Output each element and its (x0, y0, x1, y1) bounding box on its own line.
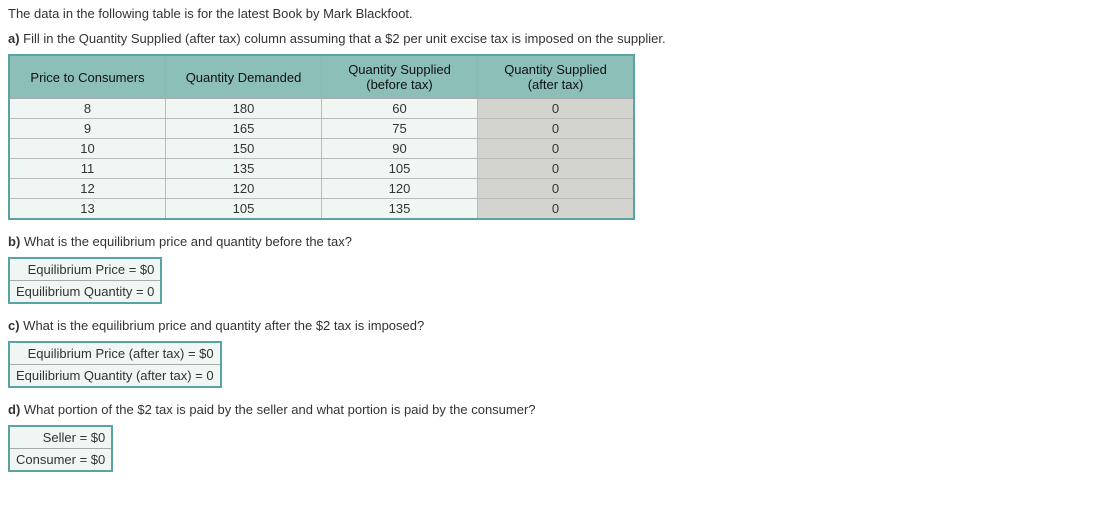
col-header-price: Price to Consumers (9, 55, 166, 99)
cell-price: 10 (9, 139, 166, 159)
cell-qs-before: 105 (322, 159, 478, 179)
answer-d-consumer[interactable]: Consumer = $0 (9, 449, 112, 472)
col-header-qd: Quantity Demanded (166, 55, 322, 99)
cell-price: 13 (9, 199, 166, 220)
cell-qd: 120 (166, 179, 322, 199)
cell-price: 9 (9, 119, 166, 139)
cell-qd: 165 (166, 119, 322, 139)
supply-demand-table: Price to Consumers Quantity Demanded Qua… (8, 54, 635, 220)
cell-qs-before: 120 (322, 179, 478, 199)
cell-qd: 135 (166, 159, 322, 179)
answer-b-quantity[interactable]: Equilibrium Quantity = 0 (9, 281, 161, 304)
cell-qs-after-input[interactable]: 0 (478, 159, 635, 179)
cell-price: 12 (9, 179, 166, 199)
table-row: 8 180 60 0 (9, 99, 634, 119)
answer-b-price[interactable]: Equilibrium Price = $0 (9, 258, 161, 281)
table-row: 10 150 90 0 (9, 139, 634, 159)
answer-box-d: Seller = $0 Consumer = $0 (8, 425, 113, 472)
cell-qs-after-input[interactable]: 0 (478, 199, 635, 220)
cell-qs-after-input[interactable]: 0 (478, 179, 635, 199)
cell-qs-before: 90 (322, 139, 478, 159)
question-b: b) What is the equilibrium price and qua… (8, 234, 1106, 249)
table-row: 13 105 135 0 (9, 199, 634, 220)
question-c: c) What is the equilibrium price and qua… (8, 318, 1106, 333)
col-header-qs-before: Quantity Supplied (before tax) (322, 55, 478, 99)
cell-price: 8 (9, 99, 166, 119)
cell-price: 11 (9, 159, 166, 179)
question-d-text: What portion of the $2 tax is paid by th… (20, 402, 535, 417)
question-b-label: b) (8, 234, 20, 249)
question-a-text: Fill in the Quantity Supplied (after tax… (20, 31, 666, 46)
cell-qd: 150 (166, 139, 322, 159)
cell-qs-after-input[interactable]: 0 (478, 119, 635, 139)
table-row: 11 135 105 0 (9, 159, 634, 179)
answer-d-seller[interactable]: Seller = $0 (9, 426, 112, 449)
col-header-qs-after: Quantity Supplied (after tax) (478, 55, 635, 99)
question-c-text: What is the equilibrium price and quanti… (20, 318, 425, 333)
question-c-label: c) (8, 318, 20, 333)
cell-qd: 105 (166, 199, 322, 220)
cell-qs-before: 75 (322, 119, 478, 139)
answer-box-b: Equilibrium Price = $0 Equilibrium Quant… (8, 257, 162, 304)
question-b-text: What is the equilibrium price and quanti… (20, 234, 352, 249)
cell-qs-after-input[interactable]: 0 (478, 99, 635, 119)
answer-c-quantity[interactable]: Equilibrium Quantity (after tax) = 0 (9, 365, 221, 388)
question-d-label: d) (8, 402, 20, 417)
cell-qs-before: 60 (322, 99, 478, 119)
answer-c-price[interactable]: Equilibrium Price (after tax) = $0 (9, 342, 221, 365)
cell-qs-before: 135 (322, 199, 478, 220)
cell-qd: 180 (166, 99, 322, 119)
question-a: a) Fill in the Quantity Supplied (after … (8, 31, 1106, 46)
question-a-label: a) (8, 31, 20, 46)
cell-qs-after-input[interactable]: 0 (478, 139, 635, 159)
answer-box-c: Equilibrium Price (after tax) = $0 Equil… (8, 341, 222, 388)
table-row: 12 120 120 0 (9, 179, 634, 199)
table-row: 9 165 75 0 (9, 119, 634, 139)
intro-text: The data in the following table is for t… (8, 6, 1106, 21)
question-d: d) What portion of the $2 tax is paid by… (8, 402, 1106, 417)
